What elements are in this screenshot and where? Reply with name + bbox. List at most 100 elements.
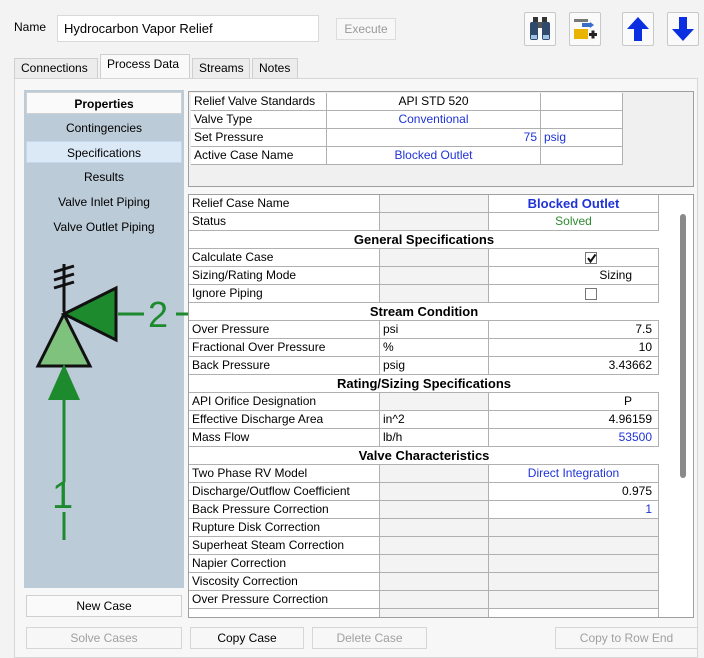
move-down-button[interactable] [667, 12, 699, 46]
vertical-scrollbar[interactable] [680, 214, 686, 478]
new-case-button[interactable]: New Case [26, 595, 182, 617]
row-value[interactable]: 0.975 [489, 483, 659, 501]
row-label: Over Pressure [189, 321, 380, 339]
case-name-value[interactable]: Blocked Outlet [489, 195, 659, 213]
case-grid: Relief Case Name Blocked Outlet Status S… [188, 194, 694, 618]
inlet-label: 1 [52, 475, 73, 517]
row-value[interactable]: 53500 [489, 429, 659, 447]
vent-stack-icon [53, 264, 75, 312]
row-unit-partial [380, 609, 489, 617]
move-up-button[interactable] [622, 12, 654, 46]
row-label: Mass Flow [189, 429, 380, 447]
ignore-piping-checkbox[interactable] [584, 287, 597, 300]
inlet-arrow-icon [48, 364, 80, 400]
row-value[interactable]: 7.5 [489, 321, 659, 339]
name-label: Name [14, 20, 47, 34]
sidebar-item-contingencies[interactable]: Contingencies [26, 117, 182, 139]
row-label: Rupture Disk Correction [189, 519, 380, 537]
row-unit[interactable]: psi [380, 321, 489, 339]
row-value-partial [489, 609, 659, 617]
outlet-label: 2 [148, 294, 168, 335]
row-unit [380, 555, 489, 573]
sidebar-item-results[interactable]: Results [26, 166, 182, 188]
row-label: Over Pressure Correction [189, 591, 380, 609]
set-pressure-label: Set Pressure [191, 129, 327, 147]
row-unit[interactable]: % [380, 339, 489, 357]
sidebar-item-properties[interactable]: Properties [26, 92, 182, 114]
row-value[interactable]: P [489, 393, 659, 411]
delete-case-button[interactable]: Delete Case [312, 627, 427, 649]
status-value: Solved [489, 213, 659, 231]
sidebar-item-specifications[interactable]: Specifications [26, 141, 182, 163]
row-unit [380, 249, 489, 267]
row-unit [380, 267, 489, 285]
row-unit [380, 501, 489, 519]
valve-type-value[interactable]: Conventional [327, 111, 541, 129]
row-unit[interactable]: psig [380, 357, 489, 375]
calculate-case-cell [489, 249, 659, 267]
tab-notes[interactable]: Notes [252, 58, 298, 78]
header-bar: Name Hydrocarbon Vapor Relief Execute [0, 0, 704, 52]
row-value [489, 591, 659, 609]
status-label: Status [189, 213, 380, 231]
row-unit[interactable]: lb/h [380, 429, 489, 447]
row-value [489, 555, 659, 573]
row-unit [380, 285, 489, 303]
binoculars-icon [530, 17, 550, 40]
row-label: Fractional Over Pressure [189, 339, 380, 357]
row-label: Back Pressure Correction [189, 501, 380, 519]
row-label: Ignore Piping [189, 285, 380, 303]
tab-process-data[interactable]: Process Data [100, 54, 190, 78]
copy-to-row-end-button[interactable]: Copy to Row End [555, 627, 698, 649]
active-case-unit [541, 147, 623, 165]
checkmark-icon [586, 253, 596, 264]
section-stream-condition: Stream Condition [189, 303, 659, 321]
binoculars-button[interactable] [524, 12, 556, 46]
copy-case-button[interactable]: Copy Case [190, 627, 304, 649]
standards-value-cell[interactable]: API STD 520 [327, 93, 541, 111]
row-label: Viscosity Correction [189, 573, 380, 591]
row-value[interactable]: 1 [489, 501, 659, 519]
add-object-button[interactable] [569, 12, 601, 46]
sidebar-item-valve-inlet-piping[interactable]: Valve Inlet Piping [26, 191, 182, 213]
standards-label-cell: Relief Valve Standards [191, 93, 327, 111]
solve-cases-button[interactable]: Solve Cases [26, 627, 182, 649]
valve-type-unit [541, 111, 623, 129]
row-value[interactable]: 4.96159 [489, 411, 659, 429]
row-label: Sizing/Rating Mode [189, 267, 380, 285]
row-unit [380, 393, 489, 411]
row-value [489, 573, 659, 591]
sidebar-item-valve-outlet-piping[interactable]: Valve Outlet Piping [26, 216, 182, 238]
row-value [489, 519, 659, 537]
valve-type-label: Valve Type [191, 111, 327, 129]
set-pressure-unit[interactable]: psig [541, 129, 623, 147]
execute-button[interactable]: Execute [336, 18, 396, 40]
row-unit [380, 537, 489, 555]
arrow-down-icon [672, 17, 694, 41]
sidebar: Properties Contingencies Specifications … [24, 90, 236, 588]
row-label: API Orifice Designation [189, 393, 380, 411]
row-value[interactable]: Direct Integration [489, 465, 659, 483]
name-input[interactable]: Hydrocarbon Vapor Relief [57, 15, 319, 42]
calculate-case-checkbox[interactable] [584, 251, 597, 264]
row-value [489, 537, 659, 555]
row-value[interactable]: 3.43662 [489, 357, 659, 375]
section-general-specifications: General Specifications [189, 231, 659, 249]
insert-plus-icon [574, 19, 597, 39]
section-rating-sizing: Rating/Sizing Specifications [189, 375, 659, 393]
sizing-mode-value[interactable]: Sizing [489, 267, 659, 285]
standards-unit-cell [541, 93, 623, 111]
tab-connections[interactable]: Connections [14, 58, 98, 78]
row-label: Napier Correction [189, 555, 380, 573]
row-unit [380, 519, 489, 537]
set-pressure-value[interactable]: 75 [327, 129, 541, 147]
row-label: Two Phase RV Model [189, 465, 380, 483]
row-label: Superheat Steam Correction [189, 537, 380, 555]
row-value[interactable]: 10 [489, 339, 659, 357]
active-case-value[interactable]: Blocked Outlet [327, 147, 541, 165]
row-unit [380, 465, 489, 483]
row-unit [380, 591, 489, 609]
standards-grid: Relief Valve Standards API STD 520 Valve… [188, 91, 694, 187]
tab-streams[interactable]: Streams [192, 58, 250, 78]
row-unit[interactable]: in^2 [380, 411, 489, 429]
